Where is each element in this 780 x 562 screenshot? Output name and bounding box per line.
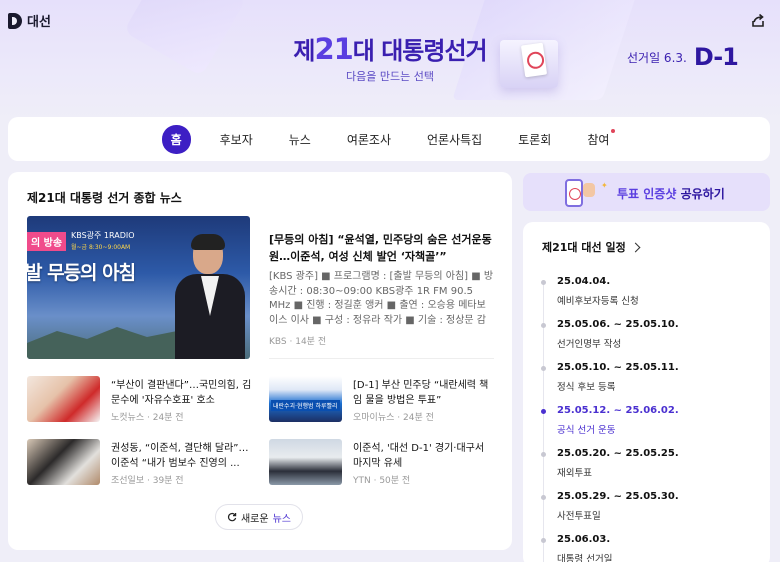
event-name: 정식 후보 등록	[557, 382, 616, 393]
timeline-dot	[541, 409, 546, 414]
featured-news-image[interactable]: 의 방송 KBS광주 1RADIO 월~금 8:30~9:00AM 발 무등의 …	[27, 216, 250, 359]
news-section-title: 제21대 대통령 선거 종합 뉴스	[27, 191, 182, 205]
event-date: 25.05.06. ~ 25.05.10.	[557, 319, 679, 330]
schedule-title: 제21대 대선 일정	[542, 241, 626, 254]
refresh-label: 새로운	[240, 513, 269, 525]
nav-tab-participate[interactable]: 참여	[569, 128, 627, 148]
timeline-dot	[541, 495, 546, 500]
event-name: 예비후보자등록 신청	[557, 296, 639, 307]
news-time: 14분 전	[295, 337, 327, 347]
timeline-dot	[541, 366, 546, 371]
event-name: 재외투표	[557, 468, 592, 479]
news-item-meta: 노컷뉴스 · 24분 전	[111, 413, 184, 423]
news-item-title: 이준석, '대선 D-1' 경기·대구서 마지막 유세	[353, 443, 485, 469]
phone-vote-icon	[565, 179, 583, 207]
news-panel: 제21대 대통령 선거 종합 뉴스 의 방송 KBS광주 1RADIO 월~금 …	[8, 172, 512, 550]
share-icon[interactable]	[750, 12, 766, 28]
news-list-item[interactable]: 이준석, '대선 D-1' 경기·대구서 마지막 유세 YTN · 50분 전	[269, 439, 494, 486]
refresh-icon	[227, 512, 237, 522]
event-name: 대통령 선거일	[557, 554, 613, 562]
event-date: 25.05.10. ~ 25.05.11.	[557, 362, 679, 373]
election-day-label: 선거일 6.3.	[627, 50, 687, 65]
dday-value: D-1	[693, 43, 739, 71]
image-mountain	[27, 327, 177, 359]
refresh-news-button[interactable]: 새로운 뉴스	[215, 504, 303, 530]
news-list-item[interactable]: 권성동, “이준석, 결단해 달라”…이준석 “내가 범보수 진영의 ... 조…	[27, 439, 252, 486]
schedule-panel: 제21대 대선 일정 25.04.04. 예비후보자등록 신청 25.05.06…	[523, 222, 770, 562]
share-banner-text: 투표 인증샷 공유하기	[617, 187, 725, 201]
timeline-dot	[541, 538, 546, 543]
news-source: KBS	[269, 337, 287, 347]
dday-counter: 선거일 6.3. D-1	[627, 43, 739, 71]
nav-tab-press-specials[interactable]: 언론사특집	[409, 131, 500, 148]
news-list-item[interactable]: 내란수괴·현행범 하루빨리 [D-1] 부산 민주당 “내란세력 책임 물을 방…	[269, 376, 494, 423]
featured-news-summary[interactable]: [KBS 광주] ■ 프로그램명 : [출발 무등의 아침] ■ 방송시간 : …	[269, 270, 494, 328]
logo-d-icon	[8, 12, 22, 29]
event-name: 선거인명부 작성	[557, 339, 622, 350]
main-nav: 홈 후보자 뉴스 여론조사 언론사특집 토론회 참여	[8, 117, 770, 161]
image-program-title: 발 무등의 아침	[27, 262, 136, 284]
event-name: 공식 선거 운동	[557, 425, 616, 436]
event-date: 25.06.03.	[557, 534, 611, 545]
event-name: 사전투표일	[557, 511, 601, 522]
hand-icon	[583, 183, 595, 197]
news-item-title: “부산이 결판낸다”…국민의힘, 김문수에 '자유수호표' 호소	[111, 380, 252, 406]
news-item-meta: 오마이뉴스 · 24분 전	[353, 413, 434, 423]
nav-tab-participate-label: 참여	[587, 132, 610, 147]
nav-tab-home[interactable]: 홈	[161, 124, 191, 154]
featured-news-headline[interactable]: [무등의 아침] “윤석열, 민주당의 숨은 선거운동원…이준석, 여성 신체 …	[269, 231, 494, 265]
nav-tab-candidates[interactable]: 후보자	[202, 131, 271, 148]
thumbnail-label: 내란수괴·현행범 하루빨리	[271, 400, 340, 411]
event-date: 25.04.04.	[557, 276, 611, 287]
divider	[269, 358, 494, 359]
timeline-dot	[541, 280, 546, 285]
site-logo[interactable]: 대선	[8, 11, 51, 30]
image-channel: KBS광주 1RADIO	[71, 231, 135, 240]
event-date: 25.05.12. ~ 25.06.02.	[557, 405, 679, 416]
news-thumbnail	[27, 376, 100, 422]
logo-text: 대선	[27, 15, 51, 30]
news-thumbnail: 내란수괴·현행범 하루빨리	[269, 376, 342, 422]
nav-tab-debates[interactable]: 토론회	[500, 131, 569, 148]
title-prefix: 제	[293, 37, 315, 65]
nav-tab-polls[interactable]: 여론조사	[329, 131, 409, 148]
image-time: 월~금 8:30~9:00AM	[71, 244, 131, 251]
news-thumbnail	[269, 439, 342, 485]
news-item-title: [D-1] 부산 민주당 “내란세력 책임 물을 방법은 투표”	[353, 380, 489, 406]
image-badge: 의 방송	[27, 232, 67, 251]
new-dot-badge	[611, 128, 616, 133]
news-item-title: 권성동, “이준석, 결단해 달라”…이준석 “내가 범보수 진영의 ...	[111, 443, 249, 469]
event-date: 25.05.20. ~ 25.05.25.	[557, 448, 679, 459]
schedule-title-link[interactable]: 제21대 대선 일정	[542, 239, 641, 255]
timeline-dot	[541, 323, 546, 328]
news-list-item[interactable]: “부산이 결판낸다”…국민의힘, 김문수에 '자유수호표' 호소 노컷뉴스 · …	[27, 376, 252, 423]
news-thumbnail	[27, 439, 100, 485]
news-item-meta: 조선일보 · 39분 전	[111, 476, 184, 486]
share-photo-banner[interactable]: ✦ 투표 인증샷 공유하기	[523, 173, 770, 211]
title-suffix: 대 대통령선거	[352, 37, 488, 65]
sparkle-icon: ✦	[601, 181, 608, 190]
featured-news-meta: KBS · 14분 전	[269, 337, 327, 347]
anchor-figure	[175, 234, 245, 359]
news-item-meta: YTN · 50분 전	[353, 476, 411, 486]
refresh-label-highlight: 뉴스	[272, 513, 291, 525]
chevron-right-icon	[630, 242, 641, 252]
title-number: 21	[314, 32, 353, 66]
timeline-dot	[541, 452, 546, 457]
event-date: 25.05.29. ~ 25.05.30.	[557, 491, 679, 502]
nav-tab-news[interactable]: 뉴스	[271, 131, 329, 148]
